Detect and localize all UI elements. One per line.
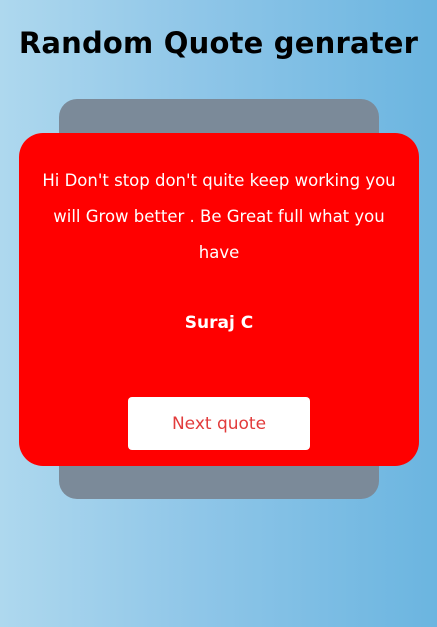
quote-text: Hi Don't stop don't quite keep working y… (42, 171, 396, 262)
next-quote-button[interactable]: Next quote (128, 397, 310, 450)
page-title: Random Quote genrater (18, 26, 419, 60)
quote-author: Suraj C (184, 313, 254, 333)
